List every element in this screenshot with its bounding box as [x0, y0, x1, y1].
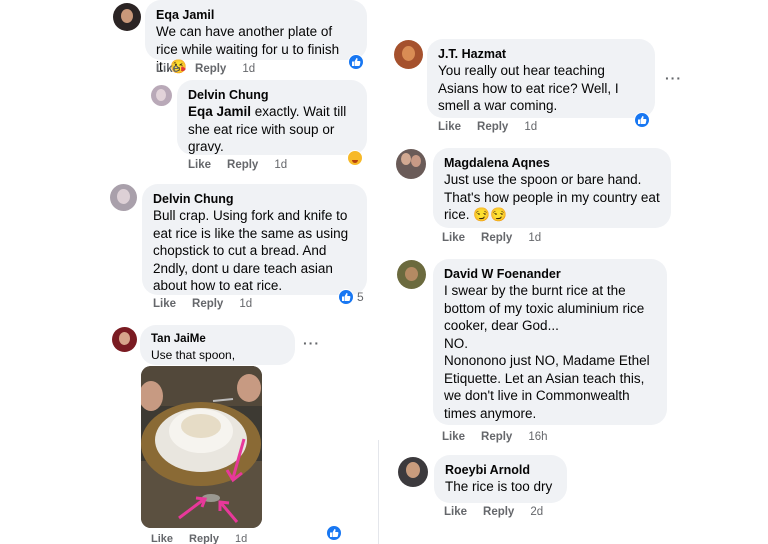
comment-actions: Like Reply 1d	[153, 298, 252, 310]
like-reaction-icon	[634, 112, 650, 128]
comment-bubble-roeybi-arnold: Roeybi Arnold The rice is too dry	[434, 455, 567, 503]
plate-of-rice-image	[141, 366, 262, 528]
reply-button[interactable]: Reply	[192, 298, 223, 310]
reaction-count: 5	[357, 290, 364, 304]
reaction-summary[interactable]	[634, 112, 650, 128]
comment-author[interactable]: Delvin Chung	[188, 87, 356, 103]
avatar-face	[121, 9, 133, 23]
avatar-eqa-jamil[interactable]	[113, 3, 141, 31]
like-button[interactable]: Like	[153, 298, 176, 310]
comment-actions: Like Reply 2d	[444, 506, 543, 518]
reply-button[interactable]: Reply	[189, 533, 219, 544]
comment-author[interactable]: Roeybi Arnold	[445, 462, 556, 478]
comment-photo-attachment[interactable]	[141, 366, 262, 528]
comment-bubble-jt-hazmat: J.T. Hazmat You really out hear teaching…	[427, 39, 655, 118]
like-button[interactable]: Like	[442, 232, 465, 244]
reaction-summary[interactable]	[348, 54, 364, 70]
reaction-summary[interactable]: 5	[338, 289, 364, 305]
avatar-david-w-foenander[interactable]	[397, 260, 426, 289]
comment-text: You really out hear teaching Asians how …	[438, 63, 619, 113]
comment-author[interactable]: Eqa Jamil	[156, 7, 356, 23]
avatar-face	[117, 189, 130, 204]
avatar-face	[156, 89, 166, 101]
comment-actions: Like Reply 1d	[156, 63, 255, 75]
reply-button[interactable]: Reply	[481, 232, 512, 244]
comment-timestamp[interactable]: 1d	[528, 232, 541, 244]
comment-bubble-delvin-chung: Delvin Chung Bull crap. Using fork and k…	[142, 184, 367, 295]
avatar-magdalena-aqnes[interactable]	[396, 149, 426, 179]
more-options-icon[interactable]: ···	[303, 335, 320, 351]
comment-author[interactable]: Delvin Chung	[153, 191, 356, 207]
reply-button[interactable]: Reply	[227, 159, 258, 171]
comment-author[interactable]: Magdalena Aqnes	[444, 155, 660, 171]
avatar-face	[405, 267, 418, 281]
mention-link[interactable]: Eqa Jamil	[188, 104, 251, 119]
like-button[interactable]: Like	[442, 431, 465, 443]
comment-author[interactable]: Tan JaiMe	[151, 331, 284, 347]
comment-actions: Like Reply 16h	[442, 431, 548, 443]
like-button[interactable]: Like	[438, 121, 461, 133]
avatar-delvin-chung[interactable]	[151, 85, 172, 106]
haha-reaction-icon	[347, 150, 363, 166]
comment-timestamp[interactable]: 1d	[239, 298, 252, 310]
more-options-icon[interactable]: ···	[665, 70, 682, 86]
comment-actions: Like Reply 1d	[442, 232, 541, 244]
reply-button[interactable]: Reply	[481, 431, 512, 443]
comment-bubble-david-w-foenander: David W Foenander I swear by the burnt r…	[433, 259, 667, 425]
comment-text: Eqa Jamil exactly. Wait till she eat ric…	[188, 103, 356, 156]
comment-text: The rice is too dry	[445, 479, 553, 494]
like-reaction-icon	[326, 525, 342, 541]
comment-actions: Like Reply 1d	[151, 533, 247, 544]
like-reaction-icon	[348, 54, 364, 70]
comment-author[interactable]: J.T. Hazmat	[438, 46, 644, 62]
column-divider	[378, 440, 379, 544]
avatar-delvin-chung[interactable]	[110, 184, 137, 211]
avatar-face	[401, 153, 411, 165]
like-reaction-icon	[338, 289, 354, 305]
avatar-roeybi-arnold[interactable]	[398, 457, 428, 487]
comment-timestamp[interactable]: 16h	[528, 431, 547, 443]
comment-timestamp[interactable]: 2d	[530, 506, 543, 518]
comment-bubble-eqa-jamil: Eqa Jamil We can have another plate of r…	[145, 0, 367, 74]
comment-actions: Like Reply 1d	[188, 159, 287, 171]
avatar-tan-jaime[interactable]	[112, 327, 137, 352]
comment-timestamp[interactable]: 1d	[242, 63, 255, 75]
comment-timestamp[interactable]: 1d	[274, 159, 287, 171]
comment-bubble-tan-jaime: Tan JaiMe Use that spoon, woman!!!	[140, 325, 295, 380]
reaction-summary[interactable]	[347, 150, 363, 166]
avatar-face	[411, 155, 421, 167]
like-button[interactable]: Like	[156, 63, 179, 75]
reaction-summary[interactable]	[326, 525, 342, 541]
avatar-jt-hazmat[interactable]	[394, 40, 423, 69]
avatar-face	[402, 46, 415, 61]
comment-actions: Like Reply 1d	[438, 121, 537, 133]
comment-bubble-magdalena-aqnes: Magdalena Aqnes Just use the spoon or ba…	[433, 148, 671, 228]
reply-button[interactable]: Reply	[195, 63, 226, 75]
comment-author[interactable]: David W Foenander	[444, 266, 656, 282]
comment-timestamp[interactable]: 1d	[524, 121, 537, 133]
comment-text: I swear by the burnt rice at the bottom …	[444, 283, 650, 421]
like-button[interactable]: Like	[444, 506, 467, 518]
comment-text: Just use the spoon or bare hand. That's …	[444, 172, 660, 222]
like-button[interactable]: Like	[151, 533, 173, 544]
avatar-face	[119, 332, 130, 345]
like-button[interactable]: Like	[188, 159, 211, 171]
comment-timestamp[interactable]: 1d	[235, 533, 247, 544]
comment-text: Bull crap. Using fork and knife to eat r…	[153, 208, 349, 293]
comment-bubble-delvin-chung-reply: Delvin Chung Eqa Jamil exactly. Wait til…	[177, 80, 367, 155]
avatar-face	[406, 462, 420, 478]
reply-button[interactable]: Reply	[483, 506, 514, 518]
reply-button[interactable]: Reply	[477, 121, 508, 133]
